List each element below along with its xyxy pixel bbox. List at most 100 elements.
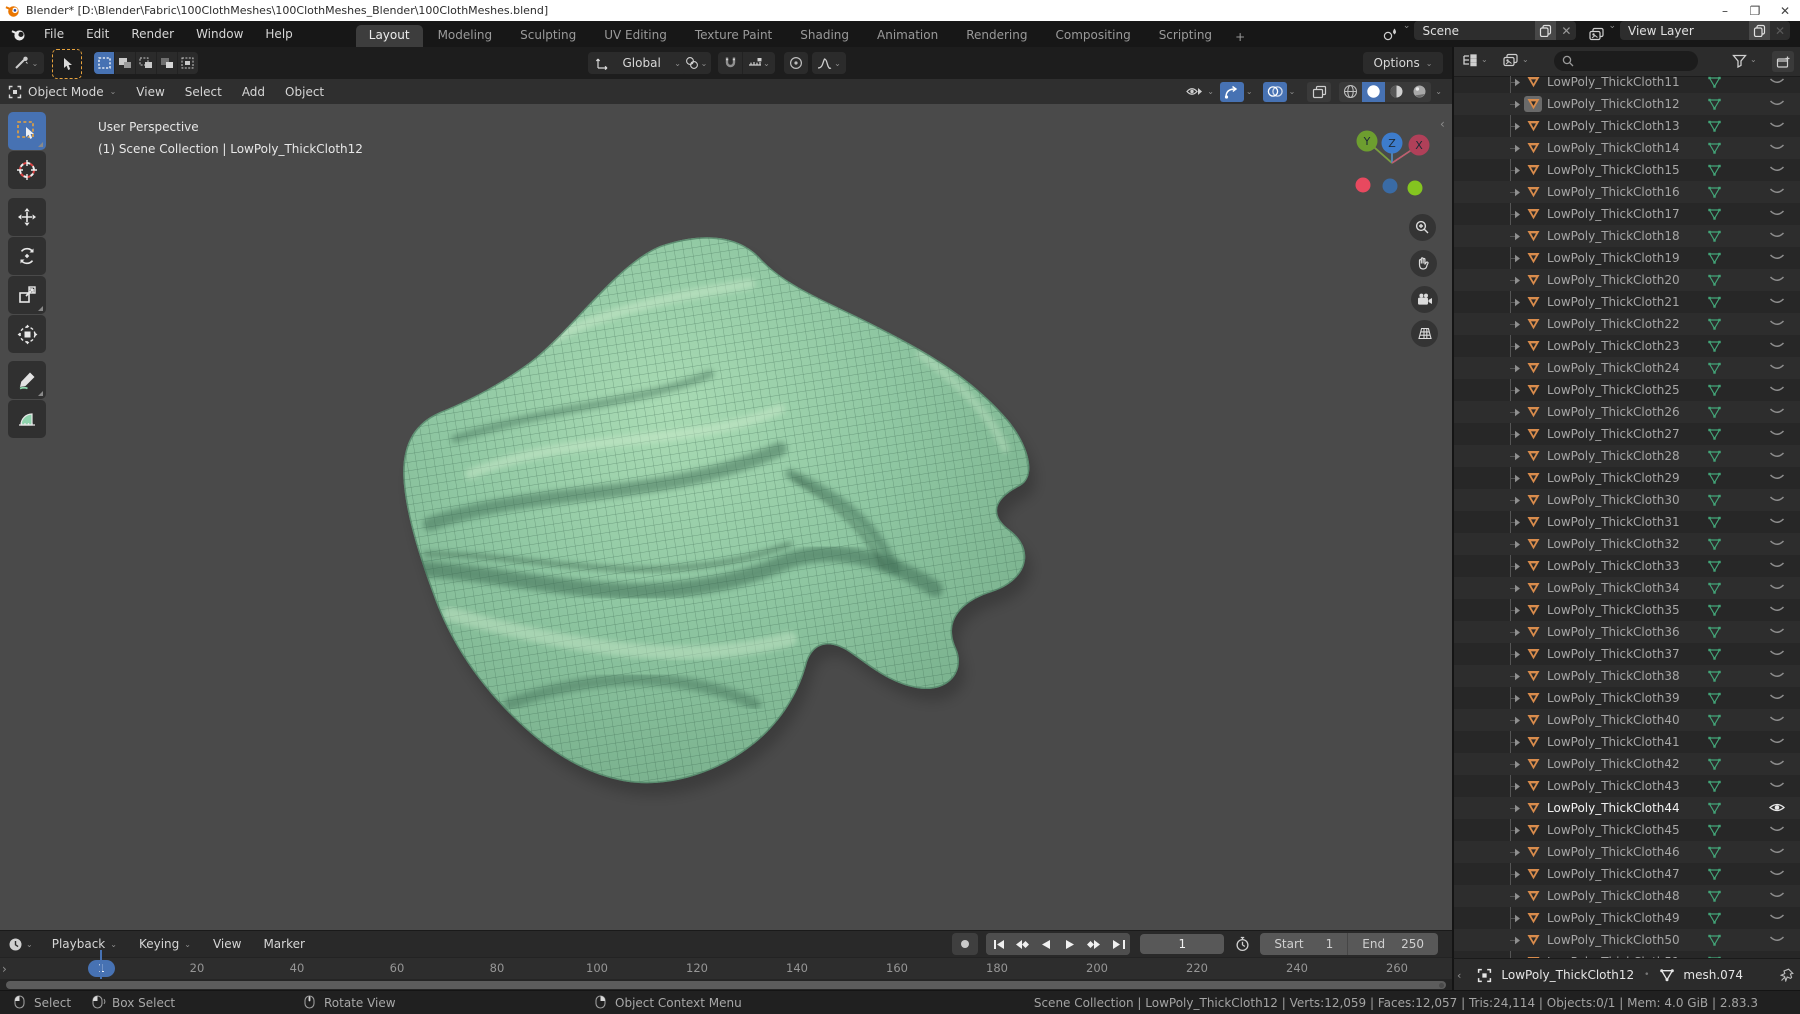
outliner-row[interactable]: LowPoly_ThickCloth49 bbox=[1454, 907, 1800, 929]
outliner-row[interactable]: LowPoly_ThickCloth34 bbox=[1454, 577, 1800, 599]
mesh-object-icon[interactable] bbox=[1524, 800, 1542, 816]
proportional-falloff-dropdown[interactable]: ⌄ bbox=[812, 52, 846, 74]
object-name[interactable]: LowPoly_ThickCloth17 bbox=[1547, 207, 1680, 221]
tool-select-box-button[interactable] bbox=[8, 112, 46, 150]
outliner-row[interactable]: LowPoly_ThickCloth45 bbox=[1454, 819, 1800, 841]
eye-closed-icon[interactable] bbox=[1769, 185, 1785, 198]
mesh-object-icon[interactable] bbox=[1524, 778, 1542, 794]
viewport-3d[interactable]: User Perspective (1) Scene Collection | … bbox=[0, 104, 1452, 930]
view-layer-copy-icon[interactable] bbox=[1748, 21, 1770, 40]
expand-arrow-icon[interactable] bbox=[1514, 166, 1521, 175]
outliner-row[interactable]: LowPoly_ThickCloth39 bbox=[1454, 687, 1800, 709]
display-mode-icon[interactable] bbox=[1502, 53, 1519, 68]
auto-keyframe-stopwatch-icon[interactable] bbox=[1230, 933, 1254, 955]
outliner-row[interactable]: LowPoly_ThickCloth50 bbox=[1454, 929, 1800, 951]
search-input[interactable] bbox=[1574, 54, 1678, 68]
tab-scripting[interactable]: Scripting bbox=[1146, 25, 1225, 47]
start-frame-field[interactable]: Start 1 bbox=[1260, 933, 1349, 955]
timeline-menu-marker[interactable]: Marker bbox=[252, 937, 315, 951]
scene-name[interactable]: Scene bbox=[1414, 24, 1535, 38]
outliner-row[interactable]: LowPoly_ThickCloth48 bbox=[1454, 885, 1800, 907]
expand-arrow-icon[interactable] bbox=[1514, 474, 1521, 483]
scene-users-icon[interactable] bbox=[1535, 21, 1557, 40]
outliner-row[interactable]: LowPoly_ThickCloth18 bbox=[1454, 225, 1800, 247]
object-name[interactable]: LowPoly_ThickCloth38 bbox=[1547, 669, 1680, 683]
menu-edit[interactable]: Edit bbox=[75, 21, 120, 47]
eye-closed-icon[interactable] bbox=[1769, 427, 1785, 440]
expand-arrow-icon[interactable] bbox=[1514, 144, 1521, 153]
expand-arrow-icon[interactable] bbox=[1514, 694, 1521, 703]
expand-arrow-icon[interactable] bbox=[1514, 562, 1521, 571]
prev-keyframe-button[interactable] bbox=[1010, 933, 1035, 955]
eye-closed-icon[interactable] bbox=[1769, 163, 1785, 176]
view-layer-selector[interactable]: View Layer ✕ bbox=[1620, 21, 1790, 40]
object-name[interactable]: LowPoly_ThickCloth49 bbox=[1547, 911, 1680, 925]
mesh-object-icon[interactable] bbox=[1524, 668, 1542, 684]
eye-open-icon[interactable] bbox=[1769, 801, 1785, 814]
outliner-row[interactable]: LowPoly_ThickCloth44 bbox=[1454, 797, 1800, 819]
minimize-button[interactable]: – bbox=[1710, 0, 1740, 21]
expand-arrow-icon[interactable] bbox=[1514, 826, 1521, 835]
restore-button[interactable]: ❐ bbox=[1740, 0, 1770, 21]
expand-arrow-icon[interactable] bbox=[1514, 848, 1521, 857]
view-layer-name[interactable]: View Layer bbox=[1620, 24, 1749, 38]
editor-type-button[interactable]: ⌄ bbox=[8, 52, 44, 74]
object-name[interactable]: LowPoly_ThickCloth21 bbox=[1547, 295, 1680, 309]
view-layer-remove-icon[interactable]: ✕ bbox=[1770, 24, 1790, 38]
tab-shading[interactable]: Shading bbox=[787, 25, 862, 47]
select-mode-intersect[interactable] bbox=[178, 52, 198, 74]
eye-closed-icon[interactable] bbox=[1769, 647, 1785, 660]
tool-measure-button[interactable] bbox=[8, 400, 46, 438]
object-name[interactable]: LowPoly_ThickCloth36 bbox=[1547, 625, 1680, 639]
tab-texture-paint[interactable]: Texture Paint bbox=[682, 25, 785, 47]
mesh-object-icon[interactable] bbox=[1524, 514, 1542, 530]
mesh-object-icon[interactable] bbox=[1524, 382, 1542, 398]
eye-closed-icon[interactable] bbox=[1769, 845, 1785, 858]
select-mode-new[interactable] bbox=[94, 52, 115, 74]
eye-closed-icon[interactable] bbox=[1769, 537, 1785, 550]
view-layer-caret-icon[interactable]: ⌄ bbox=[1608, 21, 1616, 47]
timeline-editor-type-icon[interactable] bbox=[8, 937, 23, 952]
outliner-row[interactable]: LowPoly_ThickCloth42 bbox=[1454, 753, 1800, 775]
jump-to-end-button[interactable] bbox=[1106, 933, 1131, 955]
menu-help[interactable]: Help bbox=[254, 21, 303, 47]
display-mode-caret-icon[interactable]: ⌄ bbox=[1522, 55, 1529, 64]
outliner-row[interactable]: LowPoly_ThickCloth46 bbox=[1454, 841, 1800, 863]
eye-closed-icon[interactable] bbox=[1769, 823, 1785, 836]
mesh-object-icon[interactable] bbox=[1524, 470, 1542, 486]
expand-arrow-icon[interactable] bbox=[1514, 320, 1521, 329]
expand-arrow-icon[interactable] bbox=[1514, 430, 1521, 439]
outliner-row[interactable]: LowPoly_ThickCloth33 bbox=[1454, 555, 1800, 577]
mesh-object-icon[interactable] bbox=[1524, 910, 1542, 926]
object-name[interactable]: LowPoly_ThickCloth48 bbox=[1547, 889, 1680, 903]
eye-closed-icon[interactable] bbox=[1769, 339, 1785, 352]
timeline-scrollbar[interactable] bbox=[6, 981, 1446, 989]
eye-closed-icon[interactable] bbox=[1769, 207, 1785, 220]
eye-closed-icon[interactable] bbox=[1769, 141, 1785, 154]
expand-arrow-icon[interactable] bbox=[1514, 232, 1521, 241]
end-frame-field[interactable]: End 250 bbox=[1348, 933, 1438, 955]
mesh-object-icon[interactable] bbox=[1524, 536, 1542, 552]
shading-caret-icon[interactable]: ⌄ bbox=[1435, 87, 1442, 96]
object-name[interactable]: LowPoly_ThickCloth43 bbox=[1547, 779, 1680, 793]
filter-icon[interactable] bbox=[1732, 54, 1747, 68]
object-name[interactable]: LowPoly_ThickCloth31 bbox=[1547, 515, 1680, 529]
next-keyframe-button[interactable] bbox=[1082, 933, 1107, 955]
eye-closed-icon[interactable] bbox=[1769, 405, 1785, 418]
record-button[interactable] bbox=[952, 933, 979, 955]
eye-closed-icon[interactable] bbox=[1769, 515, 1785, 528]
menu-render[interactable]: Render bbox=[120, 21, 185, 47]
mesh-object-icon[interactable] bbox=[1524, 96, 1542, 112]
viewport-menu-add[interactable]: Add bbox=[232, 85, 275, 99]
expand-arrow-icon[interactable] bbox=[1514, 606, 1521, 615]
blender-logo-mono-icon[interactable] bbox=[10, 21, 27, 47]
mesh-object-icon[interactable] bbox=[1524, 492, 1542, 508]
mesh-object-icon[interactable] bbox=[1524, 404, 1542, 420]
expand-arrow-icon[interactable] bbox=[1514, 342, 1521, 351]
outliner-editor-caret-icon[interactable]: ⌄ bbox=[1481, 55, 1488, 64]
object-name[interactable]: LowPoly_ThickCloth50 bbox=[1547, 933, 1680, 947]
expand-arrow-icon[interactable] bbox=[1514, 584, 1521, 593]
mesh-object-icon[interactable] bbox=[1524, 206, 1542, 222]
eye-closed-icon[interactable] bbox=[1769, 911, 1785, 924]
eye-closed-icon[interactable] bbox=[1769, 779, 1785, 792]
